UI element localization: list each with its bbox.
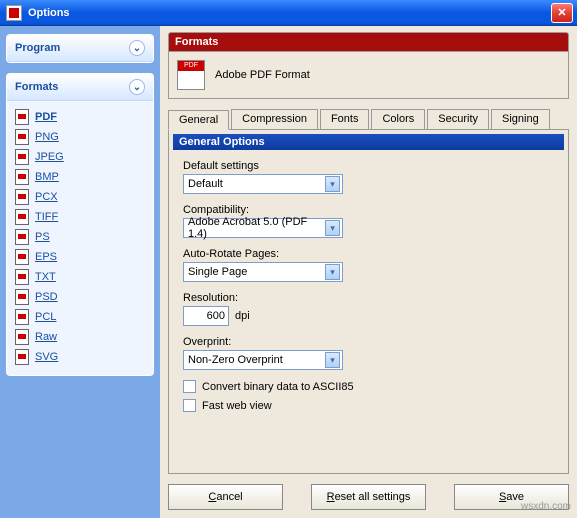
formats-panel-header[interactable]: Formats ⌄	[7, 74, 153, 101]
auto-rotate-label: Auto-Rotate Pages:	[183, 248, 554, 260]
chevron-down-icon: ▾	[325, 176, 340, 192]
tab-content: General Options Default settings Default…	[168, 130, 569, 474]
compatibility-select[interactable]: Adobe Acrobat 5.0 (PDF 1.4) ▾	[183, 218, 343, 238]
ascii85-label: Convert binary data to ASCII85	[202, 381, 354, 393]
chevron-down-icon: ▾	[325, 220, 340, 236]
sidebar-item-jpeg[interactable]: JPEG	[11, 147, 149, 167]
document-icon	[15, 109, 29, 125]
close-button[interactable]: ✕	[551, 3, 573, 23]
sidebar-item-svg[interactable]: SVG	[11, 347, 149, 367]
fast-web-view-checkbox[interactable]	[183, 399, 196, 412]
app-icon	[6, 5, 22, 21]
chevron-down-icon[interactable]: ⌄	[129, 79, 145, 95]
format-name: Adobe PDF Format	[215, 69, 310, 81]
chevron-down-icon[interactable]: ⌄	[129, 40, 145, 56]
chevron-down-icon: ▾	[325, 264, 340, 280]
window-title: Options	[28, 7, 70, 19]
overprint-select[interactable]: Non-Zero Overprint ▾	[183, 350, 343, 370]
title-bar: Options ✕	[0, 0, 577, 26]
pdf-icon: PDF	[177, 60, 205, 90]
tab-compression[interactable]: Compression	[231, 109, 318, 129]
document-icon	[15, 269, 29, 285]
sidebar-item-raw[interactable]: Raw	[11, 327, 149, 347]
main-content: Formats PDF Adobe PDF Format General Com…	[160, 26, 577, 518]
sidebar-item-eps[interactable]: EPS	[11, 247, 149, 267]
reset-button[interactable]: Reset all settings	[311, 484, 426, 510]
document-icon	[15, 289, 29, 305]
sidebar-item-png[interactable]: PNG	[11, 127, 149, 147]
tab-general[interactable]: General	[168, 110, 229, 130]
tab-fonts[interactable]: Fonts	[320, 109, 370, 129]
button-bar: Cancel Reset all settings Save	[168, 474, 569, 510]
formats-panel-title: Formats	[15, 81, 58, 93]
default-settings-label: Default settings	[183, 160, 554, 172]
document-icon	[15, 349, 29, 365]
tab-colors[interactable]: Colors	[371, 109, 425, 129]
sidebar-item-bmp[interactable]: BMP	[11, 167, 149, 187]
document-icon	[15, 189, 29, 205]
document-icon	[15, 169, 29, 185]
document-icon	[15, 209, 29, 225]
compatibility-label: Compatibility:	[183, 204, 554, 216]
fast-web-view-label: Fast web view	[202, 400, 272, 412]
resolution-input[interactable]	[183, 306, 229, 326]
chevron-down-icon: ▾	[325, 352, 340, 368]
document-icon	[15, 229, 29, 245]
sidebar: Program ⌄ Formats ⌄ PDF PNG JPEG BMP PCX…	[0, 26, 160, 518]
document-icon	[15, 249, 29, 265]
formats-list: PDF PNG JPEG BMP PCX TIFF PS EPS TXT PSD…	[7, 101, 153, 375]
document-icon	[15, 149, 29, 165]
auto-rotate-select[interactable]: Single Page ▾	[183, 262, 343, 282]
sidebar-item-pdf[interactable]: PDF	[11, 107, 149, 127]
sidebar-item-txt[interactable]: TXT	[11, 267, 149, 287]
sidebar-item-tiff[interactable]: TIFF	[11, 207, 149, 227]
default-settings-select[interactable]: Default ▾	[183, 174, 343, 194]
format-info: PDF Adobe PDF Format	[168, 52, 569, 99]
sidebar-item-pcl[interactable]: PCL	[11, 307, 149, 327]
program-panel-title: Program	[15, 42, 60, 54]
cancel-button[interactable]: Cancel	[168, 484, 283, 510]
resolution-label: Resolution:	[183, 292, 554, 304]
document-icon	[15, 309, 29, 325]
sidebar-item-pcx[interactable]: PCX	[11, 187, 149, 207]
ascii85-checkbox[interactable]	[183, 380, 196, 393]
close-icon: ✕	[557, 6, 566, 19]
formats-header: Formats	[168, 32, 569, 52]
tab-signing[interactable]: Signing	[491, 109, 550, 129]
document-icon	[15, 129, 29, 145]
section-title: General Options	[173, 134, 564, 150]
program-panel-header[interactable]: Program ⌄	[7, 35, 153, 62]
tab-security[interactable]: Security	[427, 109, 489, 129]
tab-bar: General Compression Fonts Colors Securit…	[168, 109, 569, 130]
document-icon	[15, 329, 29, 345]
overprint-label: Overprint:	[183, 336, 554, 348]
sidebar-item-ps[interactable]: PS	[11, 227, 149, 247]
resolution-unit: dpi	[235, 310, 250, 322]
sidebar-item-psd[interactable]: PSD	[11, 287, 149, 307]
watermark: wsxdn.com	[521, 501, 571, 512]
program-panel: Program ⌄	[6, 34, 154, 63]
formats-panel: Formats ⌄ PDF PNG JPEG BMP PCX TIFF PS E…	[6, 73, 154, 376]
